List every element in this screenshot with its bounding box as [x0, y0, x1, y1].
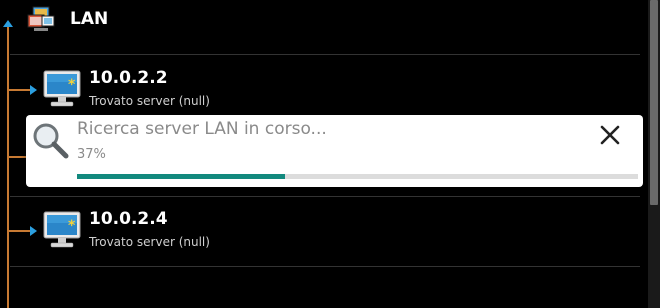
svg-text:*: * [68, 77, 76, 93]
server-status: Trovato server (null) [89, 94, 210, 108]
progress-message: Ricerca server LAN in corso... [77, 119, 327, 139]
search-icon [33, 123, 69, 159]
svg-text:*: * [68, 218, 76, 234]
monitor-icon: * [43, 211, 81, 248]
tree-branch-arrow-icon [30, 85, 37, 95]
server-row-2[interactable]: * 10.0.2.4 Trovato server (null) [0, 197, 648, 267]
server-name: 10.0.2.2 [89, 68, 168, 88]
lan-network-icon [27, 6, 55, 31]
progress-bar-fill [77, 174, 285, 179]
monitor-icon: * [43, 70, 81, 107]
server-name: 10.0.2.4 [89, 209, 168, 229]
server-status: Trovato server (null) [89, 235, 210, 249]
tree-branch-arrow-icon [30, 226, 37, 236]
row-divider [10, 266, 640, 267]
progress-bar [77, 174, 638, 179]
progress-percent: 37% [77, 147, 106, 162]
screen: LAN * 10.0.2.2 Trovato server (null) * 1… [0, 0, 660, 308]
close-icon[interactable] [596, 121, 624, 149]
scrollbar-track[interactable] [648, 0, 660, 308]
lan-search-progress-dialog: Ricerca server LAN in corso... 37% [26, 115, 643, 187]
lan-group-title: LAN [70, 9, 109, 29]
server-row-1[interactable]: * 10.0.2.2 Trovato server (null) [0, 55, 648, 115]
lan-group-header[interactable]: LAN [0, 0, 648, 54]
scrollbar-thumb[interactable] [650, 0, 658, 205]
